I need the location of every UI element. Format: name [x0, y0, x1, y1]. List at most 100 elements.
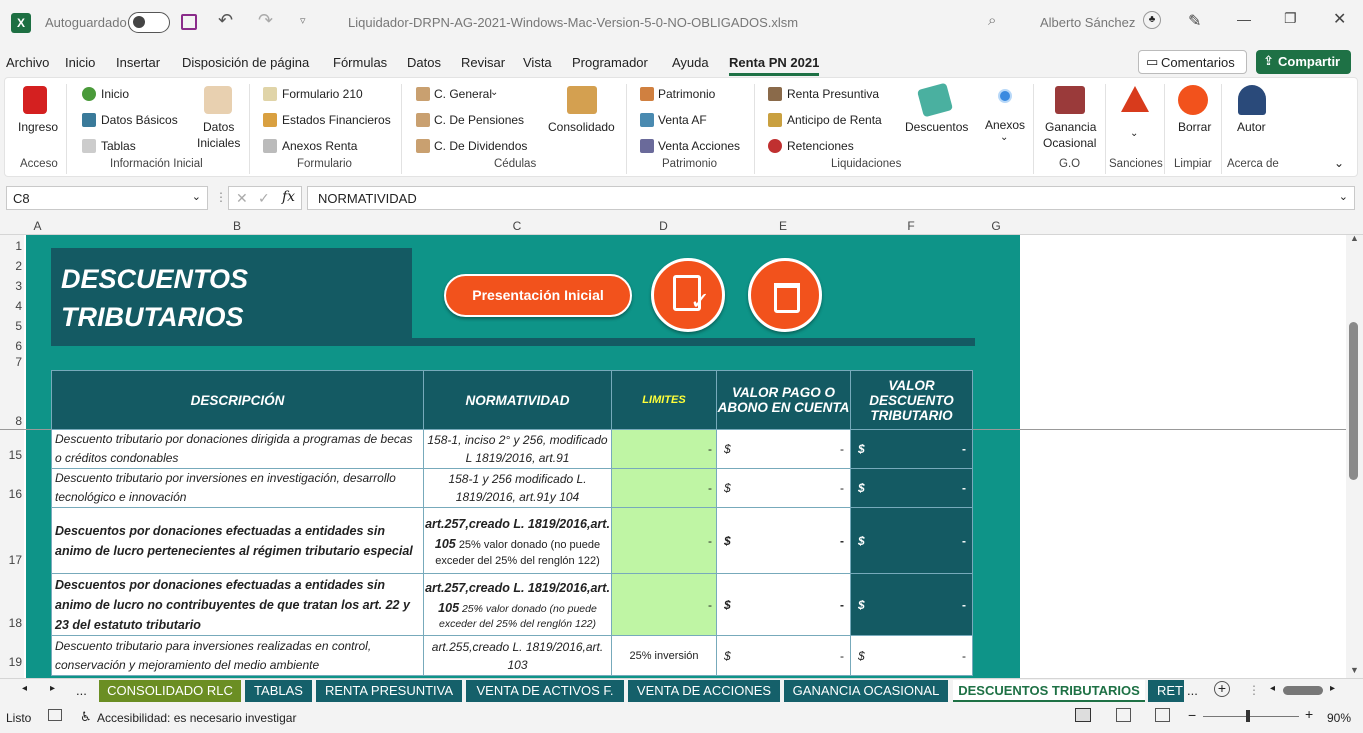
- tab-ganancia-ocasional[interactable]: GANANCIA OCASIONAL: [784, 680, 948, 702]
- anexos-renta-button[interactable]: Anexos Renta: [282, 139, 357, 153]
- menu-renta-pn[interactable]: Renta PN 2021: [729, 55, 820, 76]
- restore-icon[interactable]: ❐: [1284, 10, 1297, 27]
- cancel-icon[interactable]: ✕: [236, 190, 248, 207]
- file-name[interactable]: Liquidador-DRPN-AG-2021-Windows-Mac-Vers…: [348, 15, 798, 30]
- tab-prev-icon[interactable]: ◂: [22, 683, 27, 694]
- row-header[interactable]: 5: [0, 319, 22, 333]
- row-header[interactable]: 15: [0, 448, 22, 462]
- formulario-210-button[interactable]: Formulario 210: [282, 87, 363, 101]
- anexos-dropdown-icon[interactable]: ⌄: [1000, 132, 1008, 143]
- patrimonio-button[interactable]: Patrimonio: [658, 87, 715, 101]
- presentacion-inicial-button[interactable]: Presentación Inicial: [444, 274, 632, 317]
- user-name[interactable]: Alberto Sánchez: [1040, 15, 1135, 30]
- renta-presuntiva-button[interactable]: Renta Presuntiva: [787, 87, 879, 101]
- cell-valor[interactable]: $ -: [850, 429, 973, 469]
- cell-pago[interactable]: $ -: [716, 635, 851, 676]
- c-general-button[interactable]: C. General: [434, 87, 492, 101]
- header-valor-descuento[interactable]: VALOR DESCUENTO TRIBUTARIO: [850, 370, 973, 430]
- row-header[interactable]: 18: [0, 616, 22, 630]
- cell-limite[interactable]: 25% inversión: [611, 635, 717, 676]
- fx-icon[interactable]: fx: [282, 189, 295, 205]
- header-normatividad[interactable]: NORMATIVIDAD: [423, 370, 612, 430]
- c-pensiones-button[interactable]: C. De Pensiones: [434, 113, 524, 127]
- menu-vista[interactable]: Vista: [523, 55, 552, 70]
- descuentos-button[interactable]: Descuentos: [905, 120, 968, 134]
- row-header[interactable]: 8: [0, 414, 22, 428]
- cell-desc[interactable]: Descuento tributario para inversiones re…: [51, 635, 424, 676]
- tab-venta-activos[interactable]: VENTA DE ACTIVOS F.: [466, 680, 624, 702]
- menu-archivo[interactable]: Archivo: [6, 55, 49, 70]
- cell-pago[interactable]: $ -: [716, 573, 851, 636]
- header-valor-pago[interactable]: VALOR PAGO O ABONO EN CUENTA: [716, 370, 851, 430]
- checklist-button[interactable]: ✓: [651, 258, 725, 332]
- macro-record-icon[interactable]: [48, 709, 62, 721]
- share-button[interactable]: ⇪ Compartir: [1256, 50, 1351, 74]
- minimize-icon[interactable]: —: [1237, 11, 1251, 27]
- row-header[interactable]: 4: [0, 299, 22, 313]
- scroll-thumb[interactable]: [1349, 322, 1358, 480]
- redo-icon[interactable]: ↷: [258, 10, 273, 31]
- column-header[interactable]: F: [850, 219, 972, 233]
- column-header[interactable]: A: [24, 219, 51, 233]
- cell-valor[interactable]: $ -: [850, 635, 973, 676]
- autor-button[interactable]: Autor: [1237, 120, 1266, 134]
- menu-inicio[interactable]: Inicio: [65, 55, 95, 70]
- user-avatar-icon[interactable]: ♣: [1143, 11, 1161, 29]
- delete-button[interactable]: [748, 258, 822, 332]
- row-header[interactable]: 2: [0, 259, 22, 273]
- tab-splitter-icon[interactable]: ⋮: [1248, 683, 1260, 697]
- tab-more-right[interactable]: ...: [1187, 683, 1198, 698]
- consolidado-button[interactable]: Consolidado: [548, 120, 615, 134]
- ganancia-ocasional-button[interactable]: Ganancia: [1045, 120, 1096, 134]
- tab-retenciones[interactable]: RETE: [1148, 680, 1184, 702]
- zoom-out-icon[interactable]: −: [1188, 707, 1196, 723]
- inicio-button[interactable]: Inicio: [101, 87, 129, 101]
- menu-revisar[interactable]: Revisar: [461, 55, 505, 70]
- venta-acciones-button[interactable]: Venta Acciones: [658, 139, 740, 153]
- menu-ayuda[interactable]: Ayuda: [672, 55, 709, 70]
- pen-icon[interactable]: ✎: [1188, 11, 1201, 31]
- column-header[interactable]: G: [972, 219, 1020, 233]
- cell-valor[interactable]: $ -: [850, 468, 973, 508]
- cell-valor[interactable]: $ -: [850, 573, 973, 636]
- formula-expand-icon[interactable]: ⌄: [1339, 190, 1348, 203]
- row-header[interactable]: 1: [0, 239, 22, 253]
- tab-more-left[interactable]: ...: [76, 683, 87, 698]
- save-icon[interactable]: [181, 14, 197, 30]
- scroll-up-icon[interactable]: ▲: [1350, 233, 1359, 243]
- column-header[interactable]: E: [716, 219, 850, 233]
- page-break-icon[interactable]: [1155, 708, 1170, 722]
- column-header[interactable]: D: [611, 219, 716, 233]
- menu-formulas[interactable]: Fórmulas: [333, 55, 387, 70]
- menu-insertar[interactable]: Insertar: [116, 55, 160, 70]
- add-sheet-icon[interactable]: +: [1214, 681, 1230, 697]
- zoom-in-icon[interactable]: +: [1305, 706, 1313, 722]
- normal-view-icon[interactable]: [1075, 708, 1091, 722]
- zoom-slider-thumb[interactable]: [1246, 710, 1250, 722]
- ingreso-button[interactable]: Ingreso: [18, 120, 58, 134]
- cell-norm[interactable]: art.257,creado L. 1819/2016,art. 105 25%…: [423, 507, 612, 574]
- cell-norm[interactable]: 158-1 y 256 modificado L. 1819/2016, art…: [423, 468, 612, 508]
- autosave-toggle[interactable]: [128, 12, 170, 33]
- cell-pago[interactable]: $ -: [716, 468, 851, 508]
- cell-pago[interactable]: $ -: [716, 507, 851, 574]
- zoom-level[interactable]: 90%: [1327, 711, 1351, 725]
- sanciones-dropdown-icon[interactable]: ⌄: [1130, 128, 1138, 139]
- row-header[interactable]: 3: [0, 279, 22, 293]
- cell-norm[interactable]: art.257,creado L. 1819/2016,art. 105 25%…: [423, 573, 612, 636]
- tab-descuentos-tributarios[interactable]: DESCUENTOS TRIBUTARIOS: [953, 680, 1145, 702]
- cell-limite[interactable]: -: [611, 429, 717, 469]
- tab-next-icon[interactable]: ▸: [50, 683, 55, 694]
- cell-limite[interactable]: -: [611, 468, 717, 508]
- column-header[interactable]: C: [423, 219, 611, 233]
- accessibility-icon[interactable]: ♿: [80, 709, 92, 725]
- enter-icon[interactable]: ✓: [258, 190, 270, 207]
- formula-input[interactable]: NORMATIVIDAD ⌄: [307, 186, 1355, 210]
- row-header[interactable]: 6: [0, 339, 22, 353]
- cell-norm[interactable]: art.255,creado L. 1819/2016,art. 103: [423, 635, 612, 676]
- cell-limite[interactable]: -: [611, 507, 717, 574]
- anexos-button[interactable]: Anexos: [985, 118, 1025, 132]
- hscroll-left-icon[interactable]: ◂: [1270, 683, 1275, 694]
- menu-disposicion[interactable]: Disposición de página: [182, 55, 309, 70]
- venta-af-button[interactable]: Venta AF: [658, 113, 707, 127]
